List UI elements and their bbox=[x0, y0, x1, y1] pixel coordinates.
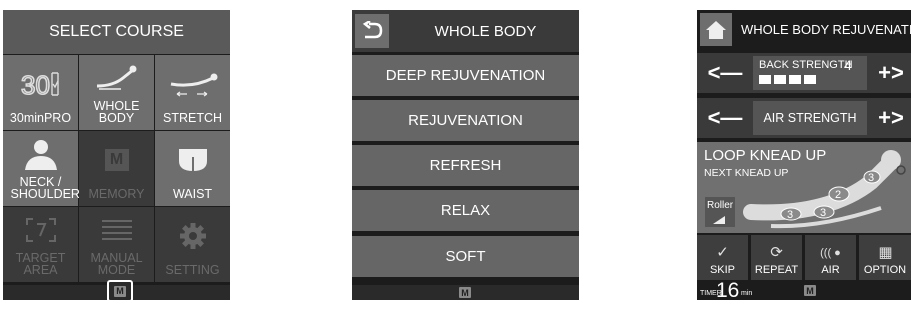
tile-label: STRETCH bbox=[162, 111, 223, 125]
option-soft-button[interactable]: SOFT bbox=[352, 236, 579, 277]
course-target-area-button[interactable]: TARGET AREA bbox=[3, 207, 78, 282]
tile-label: NECK / SHOULDER bbox=[10, 175, 80, 201]
back-strength-decrease-button[interactable]: <— bbox=[703, 53, 747, 93]
stretch-icon bbox=[155, 55, 230, 112]
air-strength-label: AIR STRENGTH bbox=[753, 101, 867, 135]
strength-level-bars bbox=[759, 75, 816, 84]
air-strength-decrease-button[interactable]: <— bbox=[703, 98, 747, 138]
svg-text:30: 30 bbox=[21, 70, 50, 99]
course-manual-mode-button[interactable]: MANUAL MODE bbox=[79, 207, 154, 282]
skip-check-icon: ✓ bbox=[716, 244, 729, 261]
neck-shoulder-icon bbox=[3, 131, 78, 176]
air-waves-icon: ((( ● bbox=[820, 247, 841, 259]
option-rejuvenation-button[interactable]: REJUVENATION bbox=[352, 100, 579, 141]
signal-level-icon bbox=[713, 216, 725, 224]
massage-status-area: LOOP KNEAD UP NEXT KNEAD UP Roller 2 3 3… bbox=[697, 142, 911, 233]
air-strength-increase-button[interactable]: +> bbox=[871, 98, 911, 138]
body-map-illustration: 2 3 3 3 bbox=[743, 150, 906, 229]
screen-title: WHOLE BODY REJUVENATION bbox=[741, 22, 911, 37]
repeat-icon: ⟳ bbox=[770, 244, 783, 261]
grid-dots-icon: ▦ bbox=[878, 244, 892, 261]
memory-m-icon: M bbox=[459, 287, 471, 298]
tile-label: WAIST bbox=[172, 187, 213, 201]
timer-bar: TIMER 16 min M bbox=[697, 279, 911, 300]
toolbar-label: REPEAT bbox=[754, 264, 799, 276]
target-bracket-icon bbox=[3, 207, 78, 252]
massage-running-screen: WHOLE BODY REJUVENATION <— BACK STRENGTH… bbox=[697, 10, 911, 300]
strength-level-segment bbox=[789, 75, 801, 84]
screen-title: WHOLE BODY bbox=[434, 22, 537, 40]
strength-level-segment bbox=[774, 75, 786, 84]
toolbar-label: SKIP bbox=[709, 264, 736, 276]
30-minute-icon: 30 bbox=[3, 55, 78, 112]
strength-level-segment bbox=[759, 75, 771, 84]
skip-button[interactable]: ✓ SKIP bbox=[697, 235, 748, 280]
zone-number: 3 bbox=[868, 172, 874, 184]
zone-number: 3 bbox=[787, 209, 793, 221]
back-strength-display: BACK STRENGTH 4 bbox=[753, 56, 867, 90]
course-grid: 30 30minPRO WHOLE BODY STRETCH NECK / SH… bbox=[3, 55, 230, 283]
toolbar-label: AIR bbox=[821, 264, 840, 276]
header-bar: WHOLE BODY bbox=[352, 10, 579, 52]
tile-label: MEMORY bbox=[88, 187, 145, 201]
memory-button[interactable]: M bbox=[801, 283, 819, 298]
memory-button[interactable]: M bbox=[456, 285, 474, 300]
tile-label: 30minPRO bbox=[9, 111, 72, 125]
course-setting-button[interactable]: SETTING bbox=[155, 207, 230, 282]
memory-m-icon: M bbox=[79, 131, 154, 188]
back-strength-increase-button[interactable]: +> bbox=[871, 53, 911, 93]
tile-label: TARGET AREA bbox=[15, 251, 66, 277]
back-strength-value: 4 bbox=[844, 57, 852, 73]
back-strength-label: BACK STRENGTH bbox=[759, 59, 853, 71]
screen-title: SELECT COURSE bbox=[3, 10, 230, 54]
option-refresh-button[interactable]: REFRESH bbox=[352, 145, 579, 186]
option-deep-rejuvenation-button[interactable]: DEEP REJUVENATION bbox=[352, 55, 579, 96]
gear-icon bbox=[155, 207, 230, 264]
memory-m-icon: M bbox=[114, 285, 126, 297]
list-lines-icon bbox=[79, 207, 154, 252]
tile-label: SETTING bbox=[165, 263, 220, 277]
air-button[interactable]: ((( ● AIR bbox=[805, 235, 856, 280]
toolbar-label: OPTION bbox=[863, 264, 907, 276]
memory-button[interactable]: M bbox=[107, 280, 133, 300]
waist-icon bbox=[155, 131, 230, 188]
select-course-screen: SELECT COURSE 30 30minPRO WHOLE BODY STR… bbox=[3, 10, 230, 300]
option-relax-button[interactable]: RELAX bbox=[352, 190, 579, 231]
timer-unit: min bbox=[741, 290, 753, 297]
course-30minpro-button[interactable]: 30 30minPRO bbox=[3, 55, 78, 130]
strength-level-segment bbox=[804, 75, 816, 84]
course-waist-button[interactable]: WAIST bbox=[155, 131, 230, 206]
course-whole-body-button[interactable]: WHOLE BODY bbox=[79, 55, 154, 130]
course-stretch-button[interactable]: STRETCH bbox=[155, 55, 230, 130]
repeat-button[interactable]: ⟳ REPEAT bbox=[751, 235, 802, 280]
zone-number: 3 bbox=[820, 207, 826, 219]
zone-number: 2 bbox=[835, 189, 841, 201]
return-arrow-icon bbox=[362, 21, 383, 39]
reclining-body-icon bbox=[79, 55, 154, 100]
whole-body-screen: WHOLE BODY DEEP REJUVENATION REJUVENATIO… bbox=[352, 10, 579, 300]
home-icon bbox=[706, 20, 726, 39]
tile-label: WHOLE BODY bbox=[93, 99, 140, 125]
back-strength-row: <— BACK STRENGTH 4 +> bbox=[697, 53, 911, 93]
course-memory-button[interactable]: M MEMORY bbox=[79, 131, 154, 206]
option-button[interactable]: ▦ OPTION bbox=[859, 235, 911, 280]
home-button[interactable] bbox=[700, 13, 732, 46]
roller-label: Roller bbox=[707, 200, 734, 211]
back-button[interactable] bbox=[355, 14, 389, 48]
course-neck-shoulder-button[interactable]: NECK / SHOULDER bbox=[3, 131, 80, 206]
tile-label: MANUAL MODE bbox=[90, 251, 143, 277]
air-strength-row: <— AIR STRENGTH +> bbox=[697, 98, 911, 138]
timer-value: 16 bbox=[716, 279, 740, 300]
memory-m-icon: M bbox=[804, 285, 816, 296]
